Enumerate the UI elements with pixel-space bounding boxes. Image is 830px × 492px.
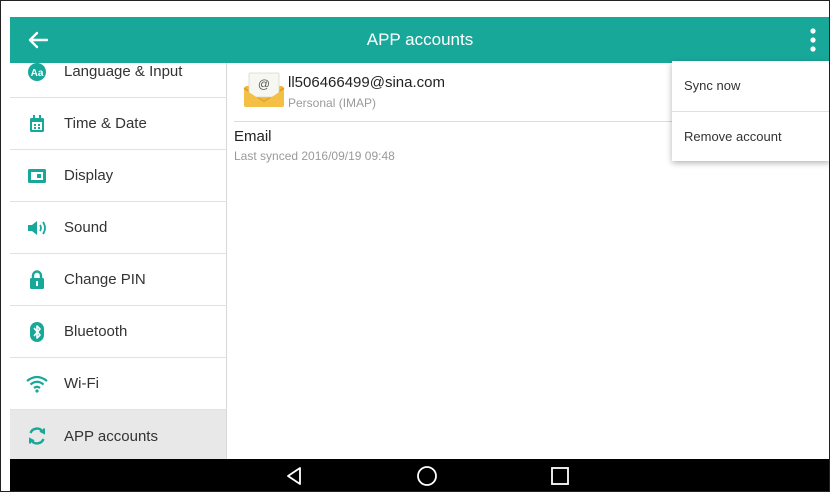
sidebar-item-app-accounts[interactable]: APP accounts bbox=[10, 410, 226, 459]
sync-icon bbox=[10, 426, 64, 446]
nav-home-button[interactable] bbox=[412, 463, 442, 489]
back-triangle-icon bbox=[287, 467, 301, 485]
sidebar-item-label: Language & Input bbox=[64, 63, 183, 80]
sidebar-item-time-date[interactable]: Time & Date bbox=[10, 98, 226, 150]
speaker-icon bbox=[10, 220, 64, 236]
sidebar-item-label: APP accounts bbox=[64, 427, 158, 445]
last-synced-text: Last synced 2016/09/19 09:48 bbox=[234, 149, 395, 163]
account-type: Personal (IMAP) bbox=[288, 96, 377, 110]
sidebar-item-display[interactable]: Display bbox=[10, 150, 226, 202]
bluetooth-icon bbox=[10, 321, 64, 342]
calendar-icon bbox=[10, 114, 64, 133]
sidebar-item-sound[interactable]: Sound bbox=[10, 202, 226, 254]
sidebar-item-label: Time & Date bbox=[64, 115, 147, 132]
header-bar: APP accounts bbox=[10, 17, 829, 63]
sidebar-item-change-pin[interactable]: Change PIN bbox=[10, 254, 226, 306]
email-sync-title: Email bbox=[234, 128, 272, 145]
wifi-icon bbox=[10, 375, 64, 393]
nav-back-button[interactable] bbox=[279, 463, 309, 489]
more-vert-icon bbox=[810, 28, 816, 52]
sync-now-menu-item[interactable]: Sync now bbox=[672, 61, 829, 111]
sidebar-item-label: Wi-Fi bbox=[64, 375, 99, 392]
sidebar-item-bluetooth[interactable]: Bluetooth bbox=[10, 306, 226, 358]
svg-text:Aa: Aa bbox=[31, 68, 44, 79]
overflow-menu: Sync now Remove account bbox=[672, 61, 829, 161]
sidebar-item-language[interactable]: Aa Language & Input bbox=[10, 63, 226, 98]
settings-sidebar: Aa Language & Input Time & Date Display … bbox=[10, 63, 227, 459]
sidebar-item-wifi[interactable]: Wi-Fi bbox=[10, 358, 226, 410]
lock-icon bbox=[10, 269, 64, 290]
navigation-bar bbox=[10, 459, 829, 491]
sidebar-item-label: Display bbox=[64, 167, 114, 184]
sidebar-item-label: Change PIN bbox=[64, 271, 146, 288]
page-title: APP accounts bbox=[366, 30, 474, 49]
account-email: ll506466499@sina.com bbox=[288, 74, 445, 91]
divider bbox=[234, 121, 674, 122]
nav-recents-button[interactable] bbox=[545, 463, 575, 489]
email-envelope-icon: @ bbox=[243, 72, 285, 108]
language-icon: Aa bbox=[10, 63, 64, 82]
home-circle-icon bbox=[417, 466, 437, 486]
app-window: APP accounts Aa Language & Input Time & … bbox=[0, 0, 830, 492]
remove-account-menu-item[interactable]: Remove account bbox=[672, 111, 829, 161]
sidebar-item-label: Sound bbox=[64, 219, 108, 236]
svg-text:@: @ bbox=[258, 77, 270, 91]
display-icon bbox=[10, 168, 64, 184]
recents-square-icon bbox=[551, 467, 569, 485]
sidebar-item-label: Bluetooth bbox=[64, 323, 128, 340]
more-options-button[interactable] bbox=[800, 23, 826, 57]
email-sync-item[interactable]: Email Last synced 2016/09/19 09:48 bbox=[234, 128, 674, 172]
